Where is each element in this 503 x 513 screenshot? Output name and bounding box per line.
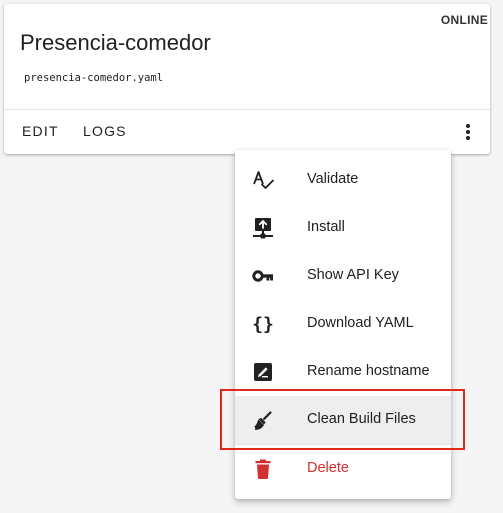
key-icon bbox=[251, 264, 275, 288]
menu-item-label: Delete bbox=[307, 460, 349, 476]
menu-item-install[interactable]: Install bbox=[235, 204, 451, 252]
device-title: Presencia-comedor bbox=[20, 30, 211, 55]
menu-item-rename-hostname[interactable]: Rename hostname bbox=[235, 348, 451, 396]
code-braces-icon: {} bbox=[251, 312, 275, 336]
install-icon bbox=[251, 216, 275, 240]
logs-button[interactable]: LOGS bbox=[83, 123, 127, 139]
config-filename: presencia-comedor.yaml bbox=[24, 72, 164, 84]
card-divider bbox=[4, 109, 490, 110]
menu-item-label: Download YAML bbox=[307, 315, 414, 331]
more-options-icon[interactable] bbox=[460, 120, 476, 144]
edit-button[interactable]: EDIT bbox=[22, 123, 59, 139]
menu-item-label: Clean Build Files bbox=[307, 411, 416, 427]
menu-item-label: Rename hostname bbox=[307, 363, 430, 379]
menu-item-label: Show API Key bbox=[307, 267, 399, 283]
svg-text:{}: {} bbox=[252, 314, 274, 335]
status-badge: ONLINE bbox=[440, 13, 488, 27]
validate-icon bbox=[251, 168, 275, 192]
trash-icon bbox=[251, 457, 275, 481]
menu-item-delete[interactable]: Delete bbox=[235, 445, 451, 493]
menu-item-download-yaml[interactable]: {} Download YAML bbox=[235, 300, 451, 348]
overflow-menu: Validate Install Show API Key {} Downloa… bbox=[235, 150, 451, 499]
broom-icon bbox=[251, 408, 275, 432]
menu-item-clean-build-files[interactable]: Clean Build Files bbox=[235, 396, 451, 444]
menu-item-label: Validate bbox=[307, 171, 359, 187]
device-card: ONLINE Presencia-comedor presencia-comed… bbox=[4, 4, 490, 154]
menu-item-validate[interactable]: Validate bbox=[235, 156, 451, 204]
page: ONLINE Presencia-comedor presencia-comed… bbox=[0, 0, 503, 513]
menu-item-show-api-key[interactable]: Show API Key bbox=[235, 252, 451, 300]
menu-item-label: Install bbox=[307, 219, 345, 235]
rename-icon bbox=[251, 360, 275, 384]
